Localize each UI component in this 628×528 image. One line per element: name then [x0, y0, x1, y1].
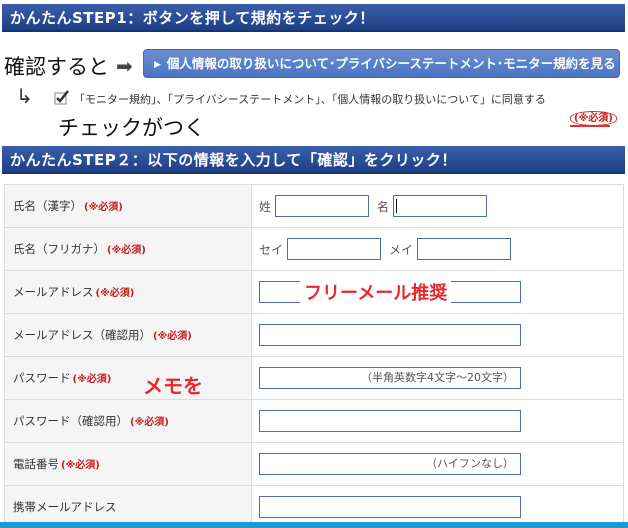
bottom-accent-bar: [0, 522, 628, 528]
email-label: メールアドレス (※必須): [4, 270, 252, 314]
password-input[interactable]: （半角英数字4文字～20文字）: [259, 367, 521, 389]
given-name-prefix: 名: [377, 199, 390, 214]
required-mark: (※必須): [84, 202, 123, 213]
given-name-kana-prefix: メイ: [389, 242, 414, 257]
step2-header: かんたんSTEP２：以下の情報を入力して「確認」をクリック！: [2, 146, 625, 174]
name-kanji-label: 氏名（漢字） (※必須): [4, 184, 252, 228]
form-row-name-kana: 氏名（フリガナ） (※必須) セイ メイ: [4, 227, 624, 271]
phone-label: 電話番号 (※必須): [4, 442, 252, 486]
phone-input[interactable]: （ハイフンなし）: [259, 453, 521, 475]
form-row-name-kanji: 氏名（漢字） (※必須) 姓 名: [4, 184, 624, 228]
password-label: パスワード (※必須): [4, 356, 252, 400]
memo-annotation: メモを: [143, 374, 203, 398]
play-triangle-icon: ▶: [154, 60, 161, 70]
check-annotation: チェックがつく: [58, 116, 205, 140]
required-mark: (※必須): [107, 245, 146, 256]
password-confirm-input[interactable]: [259, 410, 521, 432]
consent-label: 「モニター規約」、「プライバシーステートメント」、「個人情報の取り扱いについて」…: [74, 93, 546, 106]
required-mark: (※必須): [130, 417, 169, 428]
mobile-email-input[interactable]: [259, 496, 521, 518]
form-row-phone: 電話番号 (※必須) （ハイフンなし）: [4, 442, 624, 486]
form-row-password: パスワード (※必須) （半角英数字4文字～20文字）: [4, 356, 624, 400]
step1-header: かんたんSTEP1：ボタンを押して規約をチェック！: [2, 4, 625, 32]
view-terms-button[interactable]: ▶ 個人情報の取り扱いについて･プライバシーステートメント･モニター規約を見る: [143, 49, 620, 78]
name-kana-label: 氏名（フリガナ） (※必須): [4, 227, 252, 271]
form-row-password-confirm: パスワード（確認用） (※必須): [4, 399, 624, 443]
required-mark: (※必須): [153, 331, 192, 342]
given-name-input[interactable]: [393, 195, 488, 217]
confirm-annotation: 確認すると: [4, 55, 109, 79]
email-confirm-input[interactable]: [259, 324, 521, 346]
arrow-right-icon: ➡: [116, 54, 133, 78]
form-row-email-confirm: メールアドレス（確認用） (※必須): [4, 313, 624, 357]
required-mark: (※必須): [72, 374, 112, 385]
surname-prefix: 姓: [259, 199, 272, 214]
required-mark: (※必須): [61, 460, 100, 471]
password-confirm-label: パスワード（確認用） (※必須): [4, 399, 252, 443]
required-mark: (※必須): [95, 288, 135, 299]
form-row-email: メールアドレス (※必須) フリーメール推奨: [4, 270, 624, 314]
surname-input[interactable]: [275, 195, 370, 217]
required-underline: [570, 125, 610, 127]
surname-kana-prefix: セイ: [259, 242, 284, 257]
given-name-kana-input[interactable]: [417, 238, 512, 260]
view-terms-label: 個人情報の取り扱いについて･プライバシーステートメント･モニター規約を見る: [166, 56, 616, 71]
free-mail-annotation: フリーメール推奨: [300, 279, 452, 305]
email-confirm-label: メールアドレス（確認用） (※必須): [4, 313, 252, 357]
surname-kana-input[interactable]: [287, 238, 382, 260]
return-arrow-icon: ↳: [16, 84, 33, 108]
consent-checkbox-icon[interactable]: [54, 89, 70, 105]
registration-form: 氏名（漢字） (※必須) 姓 名 氏名（フリガナ） (※必須) セイ メイ メールアドレ…: [4, 184, 624, 528]
consent-required-badge: (※必須): [570, 111, 617, 126]
